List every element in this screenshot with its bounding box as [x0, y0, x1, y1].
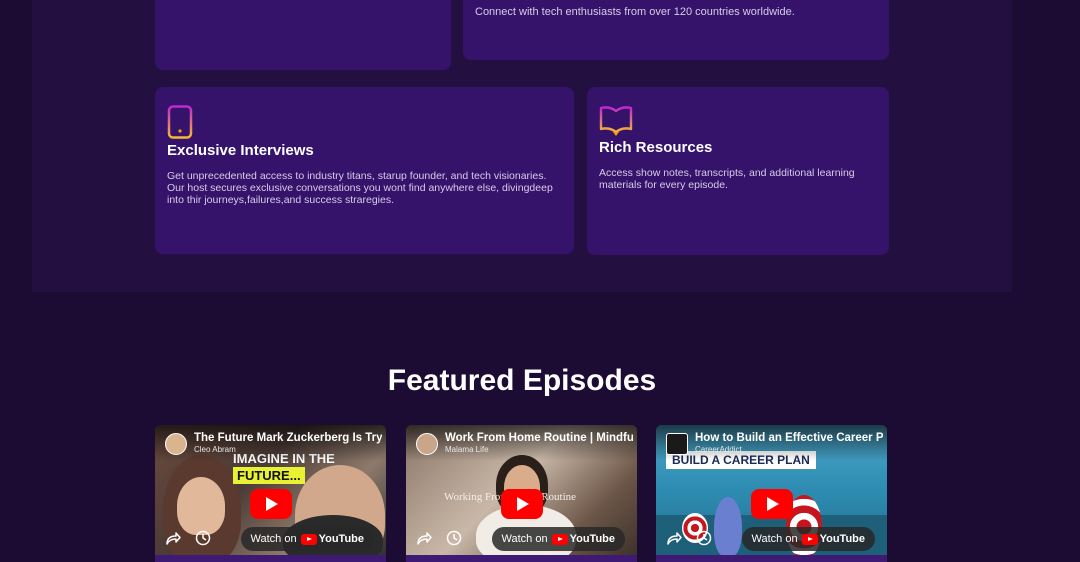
youtube-logo: YouTube: [300, 533, 364, 545]
video-title[interactable]: The Future Mark Zuckerberg Is Trying To …: [194, 432, 382, 444]
share-icon[interactable]: [415, 529, 433, 547]
video-card-strip: [155, 555, 386, 562]
watch-on-youtube-button[interactable]: Watch on YouTube: [741, 527, 875, 551]
watch-later-icon[interactable]: [445, 529, 463, 547]
channel-avatar[interactable]: [666, 433, 688, 455]
video-title[interactable]: Work From Home Routine | Mindfulness: [445, 432, 633, 444]
feature-desc-interviews: Get unprecedented access to industry tit…: [167, 170, 553, 206]
video-channel[interactable]: Cleo Abram: [194, 445, 236, 454]
video-channel[interactable]: Malama Life: [445, 445, 489, 454]
featured-episodes-heading: Featured Episodes: [387, 364, 657, 397]
video-embed-2[interactable]: Working From Home Routine Work From Home…: [406, 425, 637, 562]
youtube-logo: YouTube: [801, 533, 865, 545]
feature-card-community: Connect with tech enthusiasts from over …: [463, 0, 889, 60]
play-button[interactable]: [500, 489, 543, 519]
video-title[interactable]: How to Build an Effective Career Plan: [695, 432, 883, 444]
channel-avatar[interactable]: [416, 433, 438, 455]
feature-title-interviews: Exclusive Interviews: [167, 142, 314, 159]
watch-later-icon[interactable]: [194, 529, 212, 547]
share-icon[interactable]: [665, 529, 683, 547]
play-button[interactable]: [249, 489, 292, 519]
channel-avatar[interactable]: [165, 433, 187, 455]
feature-card-resources: Rich Resources Access show notes, transc…: [587, 87, 889, 255]
feature-card-interviews: Exclusive Interviews Get unprecedented a…: [155, 87, 574, 254]
watch-on-label: Watch on: [751, 533, 798, 545]
watch-on-label: Watch on: [250, 533, 297, 545]
youtube-play-icon: [801, 533, 818, 545]
video-channel[interactable]: CareerAddict: [695, 445, 742, 454]
book-icon: [599, 106, 633, 136]
thumbnail-face-left: [177, 477, 225, 535]
watch-on-label: Watch on: [501, 533, 548, 545]
watch-later-icon[interactable]: [695, 529, 713, 547]
thumbnail-figure: [714, 497, 742, 557]
video-embed-1[interactable]: IMAGINE IN THE FUTURE... The Future Mark…: [155, 425, 386, 562]
feature-card-top-left: [155, 0, 451, 70]
video-card-strip: [656, 555, 887, 562]
video-embed-3[interactable]: BUILD A CAREER PLAN How to Build an Effe…: [656, 425, 887, 562]
youtube-logo: YouTube: [551, 533, 615, 545]
video-card-strip: [406, 555, 637, 562]
feature-desc-resources: Access show notes, transcripts, and addi…: [599, 167, 855, 191]
youtube-play-icon: [300, 533, 317, 545]
feature-community-text: Connect with tech enthusiasts from over …: [475, 6, 795, 18]
youtube-play-icon: [551, 533, 568, 545]
youtube-wordmark: YouTube: [819, 533, 865, 545]
thumbnail-tag: FUTURE...: [233, 467, 305, 484]
play-button[interactable]: [750, 489, 793, 519]
watch-on-youtube-button[interactable]: Watch on YouTube: [240, 527, 374, 551]
share-icon[interactable]: [164, 529, 182, 547]
youtube-wordmark: YouTube: [569, 533, 615, 545]
watch-on-youtube-button[interactable]: Watch on YouTube: [491, 527, 625, 551]
phone-icon: [167, 105, 193, 139]
youtube-wordmark: YouTube: [318, 533, 364, 545]
feature-title-resources: Rich Resources: [599, 139, 713, 156]
